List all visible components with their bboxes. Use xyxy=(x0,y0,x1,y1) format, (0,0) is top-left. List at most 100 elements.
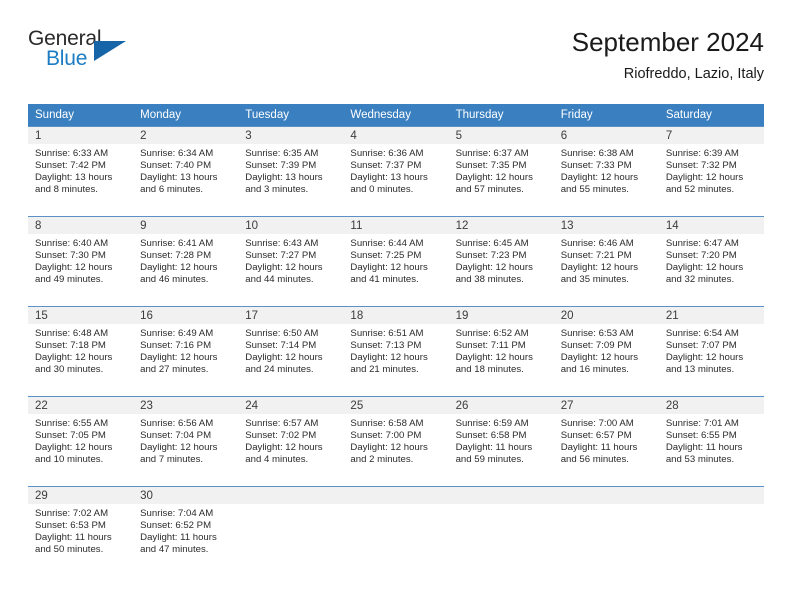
day-cell-inner: 4 Sunrise: 6:36 AM Sunset: 7:37 PM Daylight… xyxy=(343,127,449,216)
day-details: Sunrise: 6:51 AM Sunset: 7:13 PM Daylight:… xyxy=(343,324,448,376)
calendar-day-cell[interactable]: 22 Sunrise: 6:55 AM Sunset: 7:05 PM Dayligh… xyxy=(28,396,134,487)
calendar-day-cell[interactable]: 5 Sunrise: 6:37 AM Sunset: 7:35 PM Daylight… xyxy=(448,126,554,217)
calendar-day-cell[interactable]: 7 Sunrise: 6:39 AM Sunset: 7:32 PM Daylight… xyxy=(658,126,764,217)
day-number: 14 xyxy=(658,217,764,234)
calendar-day-cell[interactable]: 11 Sunrise: 6:44 AM Sunset: 7:25 PM Dayligh… xyxy=(343,216,449,307)
sunset-time: Sunset: 6:55 PM xyxy=(665,430,737,442)
calendar-day-cell[interactable]: 26 Sunrise: 6:59 AM Sunset: 6:58 PM Dayligh… xyxy=(448,396,554,487)
calendar-day-cell[interactable]: 12 Sunrise: 6:45 AM Sunset: 7:23 PM Dayligh… xyxy=(448,216,554,307)
calendar-day-cell[interactable]: 27 Sunrise: 7:00 AM Sunset: 6:57 PM Dayligh… xyxy=(553,396,659,487)
sunset-time: Sunset: 6:53 PM xyxy=(35,520,106,532)
day-cell-inner: 19 Sunrise: 6:52 AM Sunset: 7:11 PM Dayligh… xyxy=(448,307,554,396)
daylight-duration-line2: and 21 minutes. xyxy=(350,364,419,376)
day-number: 13 xyxy=(553,217,659,234)
day-cell-inner: 26 Sunrise: 6:59 AM Sunset: 6:58 PM Dayligh… xyxy=(448,397,554,486)
calendar-body: 1 Sunrise: 6:33 AM Sunset: 7:42 PM Daylight… xyxy=(28,126,764,572)
weekday-header-thursday: Thursday xyxy=(448,104,554,127)
calendar-week-row: 8 Sunrise: 6:40 AM Sunset: 7:30 PM Daylight… xyxy=(28,216,764,307)
day-number: 24 xyxy=(238,397,344,414)
weekday-header-row: Sunday Monday Tuesday Wednesday Thursday… xyxy=(28,104,764,127)
sunrise-time: Sunrise: 6:47 AM xyxy=(665,238,739,249)
calendar-day-cell[interactable]: 17 Sunrise: 6:50 AM Sunset: 7:14 PM Dayligh… xyxy=(238,306,344,397)
calendar-day-cell[interactable]: 16 Sunrise: 6:49 AM Sunset: 7:16 PM Dayligh… xyxy=(133,306,239,397)
daylight-duration-line2: and 27 minutes. xyxy=(140,364,209,376)
daylight-duration-line1: Daylight: 12 hours xyxy=(245,442,323,454)
day-details: Sunrise: 6:52 AM Sunset: 7:11 PM Daylight:… xyxy=(449,324,554,376)
daylight-duration-line2: and 4 minutes. xyxy=(245,454,309,466)
day-details: Sunrise: 6:56 AM Sunset: 7:04 PM Daylight:… xyxy=(133,414,238,466)
sunrise-time: Sunrise: 6:39 AM xyxy=(665,148,739,159)
day-details: Sunrise: 6:50 AM Sunset: 7:14 PM Daylight:… xyxy=(238,324,343,376)
sunrise-time: Sunrise: 6:59 AM xyxy=(455,418,529,429)
sunrise-time: Sunrise: 6:45 AM xyxy=(455,238,529,249)
day-details: Sunrise: 6:35 AM Sunset: 7:39 PM Daylight:… xyxy=(238,144,343,196)
sunset-time: Sunset: 7:27 PM xyxy=(245,250,317,262)
daylight-duration-line1: Daylight: 12 hours xyxy=(455,352,533,364)
calendar-day-cell[interactable]: 30 Sunrise: 7:04 AM Sunset: 6:52 PM Dayligh… xyxy=(133,486,239,572)
calendar-page: General Blue September 2024 Riofreddo, L… xyxy=(0,0,792,612)
calendar-grid: Sunday Monday Tuesday Wednesday Thursday… xyxy=(28,104,764,572)
daylight-duration-line2: and 0 minutes. xyxy=(350,184,414,196)
sunset-time: Sunset: 7:39 PM xyxy=(245,160,317,172)
day-details: Sunrise: 6:55 AM Sunset: 7:05 PM Daylight:… xyxy=(28,414,133,466)
daylight-duration-line1: Daylight: 11 hours xyxy=(455,442,533,454)
day-cell-inner: 3 Sunrise: 6:35 AM Sunset: 7:39 PM Daylight… xyxy=(238,127,344,216)
calendar-day-cell[interactable]: 24 Sunrise: 6:57 AM Sunset: 7:02 PM Dayligh… xyxy=(238,396,344,487)
day-cell-inner: 11 Sunrise: 6:44 AM Sunset: 7:25 PM Dayligh… xyxy=(343,217,449,306)
sunrise-time: Sunrise: 6:54 AM xyxy=(665,328,739,339)
calendar-day-cell[interactable]: 6 Sunrise: 6:38 AM Sunset: 7:33 PM Daylight… xyxy=(553,126,659,217)
general-blue-logo[interactable]: General Blue xyxy=(28,28,132,76)
day-cell-inner xyxy=(553,487,659,572)
sunset-time: Sunset: 7:37 PM xyxy=(350,160,422,172)
sunset-time: Sunset: 7:33 PM xyxy=(560,160,632,172)
day-cell-inner: 8 Sunrise: 6:40 AM Sunset: 7:30 PM Daylight… xyxy=(28,217,134,306)
sunrise-time: Sunrise: 6:38 AM xyxy=(560,148,634,159)
logo-text-general: General xyxy=(28,27,102,50)
day-number: 10 xyxy=(238,217,344,234)
day-details: Sunrise: 6:54 AM Sunset: 7:07 PM Daylight:… xyxy=(659,324,764,376)
day-details: Sunrise: 6:45 AM Sunset: 7:23 PM Daylight:… xyxy=(449,234,554,286)
weekday-header-sunday: Sunday xyxy=(28,104,134,127)
calendar-day-cell[interactable]: 18 Sunrise: 6:51 AM Sunset: 7:13 PM Dayligh… xyxy=(343,306,449,397)
calendar-day-cell[interactable]: 13 Sunrise: 6:46 AM Sunset: 7:21 PM Dayligh… xyxy=(553,216,659,307)
sunset-time: Sunset: 6:57 PM xyxy=(560,430,632,442)
daylight-duration-line2: and 59 minutes. xyxy=(455,454,524,466)
day-number: 6 xyxy=(553,127,659,144)
daylight-duration-line2: and 57 minutes. xyxy=(455,184,524,196)
calendar-day-cell[interactable]: 15 Sunrise: 6:48 AM Sunset: 7:18 PM Dayligh… xyxy=(28,306,134,397)
calendar-day-cell[interactable]: 1 Sunrise: 6:33 AM Sunset: 7:42 PM Daylight… xyxy=(28,126,134,217)
daylight-duration-line2: and 7 minutes. xyxy=(140,454,204,466)
calendar-day-cell[interactable]: 25 Sunrise: 6:58 AM Sunset: 7:00 PM Dayligh… xyxy=(343,396,449,487)
sunset-time: Sunset: 7:07 PM xyxy=(665,340,737,352)
daylight-duration-line2: and 32 minutes. xyxy=(665,274,735,286)
calendar-day-cell[interactable]: 4 Sunrise: 6:36 AM Sunset: 7:37 PM Daylight… xyxy=(343,126,449,217)
calendar-day-cell[interactable]: 9 Sunrise: 6:41 AM Sunset: 7:28 PM Daylight… xyxy=(133,216,239,307)
sunrise-time: Sunrise: 6:58 AM xyxy=(350,418,424,429)
day-number: 18 xyxy=(343,307,449,324)
day-number: 5 xyxy=(448,127,554,144)
calendar-day-cell[interactable]: 28 Sunrise: 7:01 AM Sunset: 6:55 PM Dayligh… xyxy=(658,396,764,487)
calendar-day-cell[interactable]: 3 Sunrise: 6:35 AM Sunset: 7:39 PM Daylight… xyxy=(238,126,344,217)
daylight-duration-line1: Daylight: 13 hours xyxy=(350,172,428,184)
sunrise-time: Sunrise: 6:49 AM xyxy=(140,328,214,339)
calendar-day-cell[interactable]: 21 Sunrise: 6:54 AM Sunset: 7:07 PM Dayligh… xyxy=(658,306,764,397)
calendar-day-cell[interactable]: 2 Sunrise: 6:34 AM Sunset: 7:40 PM Daylight… xyxy=(133,126,239,217)
day-number: 9 xyxy=(133,217,239,234)
calendar-empty-cell xyxy=(343,486,449,572)
sunset-time: Sunset: 7:23 PM xyxy=(455,250,527,262)
daylight-duration-line1: Daylight: 12 hours xyxy=(140,352,218,364)
day-number: 29 xyxy=(28,487,134,504)
sunrise-time: Sunrise: 6:43 AM xyxy=(245,238,319,249)
day-details: Sunrise: 6:41 AM Sunset: 7:28 PM Daylight:… xyxy=(133,234,238,286)
calendar-day-cell[interactable]: 8 Sunrise: 6:40 AM Sunset: 7:30 PM Daylight… xyxy=(28,216,134,307)
daylight-duration-line2: and 3 minutes. xyxy=(245,184,309,196)
calendar-day-cell[interactable]: 23 Sunrise: 6:56 AM Sunset: 7:04 PM Dayligh… xyxy=(133,396,239,487)
calendar-day-cell[interactable]: 14 Sunrise: 6:47 AM Sunset: 7:20 PM Dayligh… xyxy=(658,216,764,307)
day-cell-inner xyxy=(238,487,344,572)
calendar-day-cell[interactable]: 29 Sunrise: 7:02 AM Sunset: 6:53 PM Dayligh… xyxy=(28,486,134,572)
calendar-day-cell[interactable]: 10 Sunrise: 6:43 AM Sunset: 7:27 PM Dayligh… xyxy=(238,216,344,307)
calendar-day-cell[interactable]: 20 Sunrise: 6:53 AM Sunset: 7:09 PM Dayligh… xyxy=(553,306,659,397)
sunset-time: Sunset: 7:32 PM xyxy=(665,160,737,172)
weekday-header-friday: Friday xyxy=(553,104,659,127)
calendar-day-cell[interactable]: 19 Sunrise: 6:52 AM Sunset: 7:11 PM Dayligh… xyxy=(448,306,554,397)
